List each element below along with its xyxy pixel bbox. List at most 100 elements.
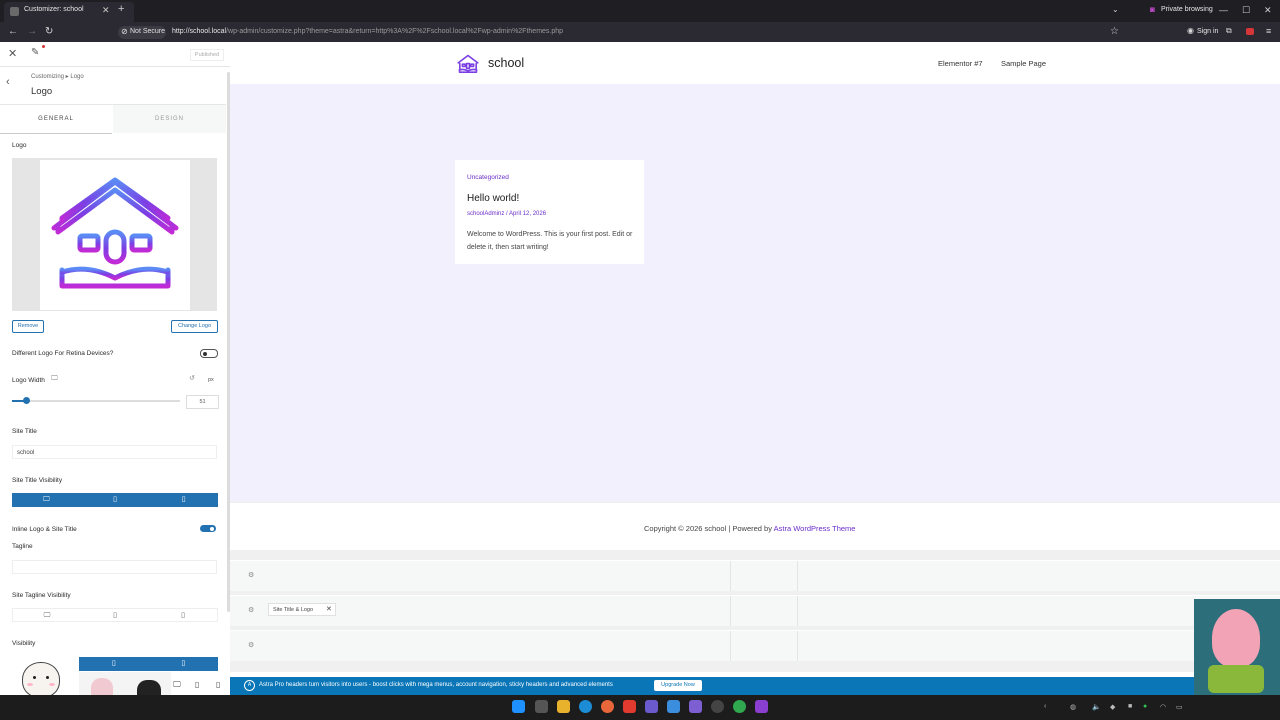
close-icon[interactable]: ✕ [8, 47, 17, 60]
browser-tab-bar: Customizer: school ✕ + ⌄ ◙ Private brows… [0, 0, 1280, 22]
volume-icon[interactable]: 🔈 [1092, 703, 1101, 711]
tablet-icon[interactable]: ▯ [195, 680, 199, 689]
post-meta[interactable]: schoolAdminz / April 12, 2026 [467, 211, 546, 217]
astra-logo-icon: A [244, 680, 255, 691]
minimize-icon[interactable]: — [1219, 5, 1228, 15]
back-arrow-icon[interactable]: ← [8, 26, 18, 37]
tab-design[interactable]: DESIGN [113, 105, 226, 133]
retina-logo-toggle[interactable] [200, 349, 218, 358]
windows-start-icon[interactable] [512, 700, 525, 713]
school-logo-icon [51, 177, 179, 289]
tray-app-icon[interactable]: ◍ [1070, 703, 1076, 711]
teams-icon[interactable] [645, 700, 658, 713]
tray-app-icon[interactable]: ◆ [1110, 703, 1115, 711]
site-title-label: Site Title [12, 428, 37, 435]
change-logo-button[interactable]: Change Logo [171, 320, 218, 333]
upgrade-now-button[interactable]: Upgrade Now [654, 680, 702, 691]
logo-image [40, 160, 190, 310]
edge-icon[interactable] [579, 700, 592, 713]
logo-width-slider[interactable] [12, 400, 180, 402]
section-title: Logo [31, 86, 53, 97]
tray-app-icon[interactable]: ▭ [1176, 703, 1183, 711]
mobile-icon[interactable]: ▯ [149, 493, 218, 507]
reload-icon[interactable]: ↻ [45, 26, 53, 37]
discord-icon[interactable] [689, 700, 702, 713]
builder-column-divider [730, 596, 731, 626]
builder-row-top[interactable]: ⚙ [230, 560, 1280, 591]
url-bar[interactable]: http://school.local/wp-admin/customize.p… [172, 28, 563, 35]
app-icon[interactable] [667, 700, 680, 713]
inline-logo-toggle[interactable] [200, 525, 216, 532]
post-excerpt: Welcome to WordPress. This is your first… [467, 231, 633, 251]
pencil-icon[interactable]: ✎ [31, 47, 39, 58]
tablet-icon[interactable]: ▯ [79, 657, 149, 671]
mobile-icon[interactable]: ▯ [149, 609, 217, 621]
webcam-overlay-image [1194, 599, 1280, 707]
mobile-icon[interactable]: ▯ [149, 657, 219, 671]
desktop-icon[interactable]: 🖵 [12, 493, 81, 507]
site-title[interactable]: school [488, 56, 524, 70]
maximize-icon[interactable]: ☐ [1242, 5, 1250, 16]
tablet-icon[interactable]: ▯ [81, 493, 150, 507]
extension-red-icon[interactable] [1246, 28, 1254, 35]
browser-tab[interactable]: Customizer: school ✕ [4, 2, 134, 22]
post-title[interactable]: Hello world! [467, 193, 519, 204]
menu-icon[interactable]: ≡ [1266, 26, 1271, 36]
private-browser-icon[interactable] [755, 700, 768, 713]
tablet-icon[interactable]: ▯ [81, 609, 149, 621]
back-icon[interactable]: ‹ [6, 76, 10, 88]
cat-cheek [27, 683, 33, 686]
desktop-icon[interactable]: 🖵 [173, 680, 181, 690]
logo-width-input[interactable]: 51 [186, 395, 219, 409]
new-tab-button[interactable]: + [118, 3, 124, 15]
gear-icon[interactable]: ⚙ [248, 641, 254, 649]
footer-theme-link[interactable]: Astra WordPress Theme [774, 524, 856, 533]
tray-chevron-icon[interactable]: ‹ [1044, 703, 1046, 710]
remove-logo-button[interactable]: Remove [12, 320, 44, 333]
sign-in-link[interactable]: Sign in [1197, 28, 1218, 35]
builder-column-divider [730, 561, 731, 591]
extensions-icon[interactable]: ⧉ [1226, 26, 1232, 36]
customizer-sidebar: ✕ ✎ Published ‹ Customizing ▸ Logo Logo … [0, 42, 231, 672]
account-icon[interactable]: ◉ [1187, 26, 1194, 35]
school-logo-icon[interactable] [456, 52, 480, 76]
chip-remove-icon[interactable]: ✕ [326, 603, 332, 616]
window-close-icon[interactable]: ✕ [1264, 5, 1272, 16]
tray-app-icon[interactable]: ● [1143, 703, 1147, 710]
mobile-icon[interactable]: ▯ [216, 680, 220, 689]
post-category-link[interactable]: Uncategorized [467, 174, 509, 181]
settings-tabs: GENERAL DESIGN [0, 104, 226, 134]
logo-width-unit[interactable]: px [208, 377, 214, 383]
wifi-icon[interactable]: ◠ [1160, 703, 1166, 711]
site-title-input[interactable]: school [12, 445, 217, 459]
gear-icon[interactable]: ⚙ [248, 571, 254, 579]
brave-icon[interactable] [623, 700, 636, 713]
retina-logo-label: Different Logo For Retina Devices? [12, 350, 114, 357]
forward-arrow-icon[interactable]: → [27, 26, 37, 37]
published-button[interactable]: Published [190, 49, 224, 61]
cat-cheek [49, 683, 55, 686]
firefox-icon[interactable] [601, 700, 614, 713]
bookmark-star-icon[interactable]: ☆ [1110, 26, 1119, 37]
logo-width-slider-handle[interactable] [23, 397, 30, 404]
task-view-icon[interactable] [535, 700, 548, 713]
gear-icon[interactable]: ⚙ [248, 606, 254, 614]
builder-row-primary[interactable]: ⚙ Site Title & Logo ✕ [230, 595, 1280, 626]
desktop-icon[interactable]: 🖵 [13, 609, 81, 621]
tray-app-icon[interactable]: ■ [1128, 703, 1132, 710]
logo-preview[interactable] [12, 158, 217, 311]
tab-list-chevron-icon[interactable]: ⌄ [1112, 5, 1119, 14]
tab-general[interactable]: GENERAL [0, 105, 112, 134]
desktop-icon[interactable]: 🖵 [51, 375, 58, 383]
tagline-input[interactable] [12, 560, 217, 574]
tagline-visibility-label: Site Tagline Visibility [12, 592, 71, 599]
builder-row-bottom[interactable]: ⚙ [230, 630, 1280, 661]
site-title-visibility-buttons: 🖵 ▯ ▯ [12, 493, 218, 507]
tab-close-icon[interactable]: ✕ [102, 5, 110, 16]
menu-item-elementor[interactable]: Elementor #7 [938, 59, 983, 68]
file-explorer-icon[interactable] [557, 700, 570, 713]
chrome-icon[interactable] [733, 700, 746, 713]
github-icon[interactable] [711, 700, 724, 713]
menu-item-sample-page[interactable]: Sample Page [1001, 59, 1046, 68]
reset-icon[interactable]: ↺ [189, 374, 195, 382]
